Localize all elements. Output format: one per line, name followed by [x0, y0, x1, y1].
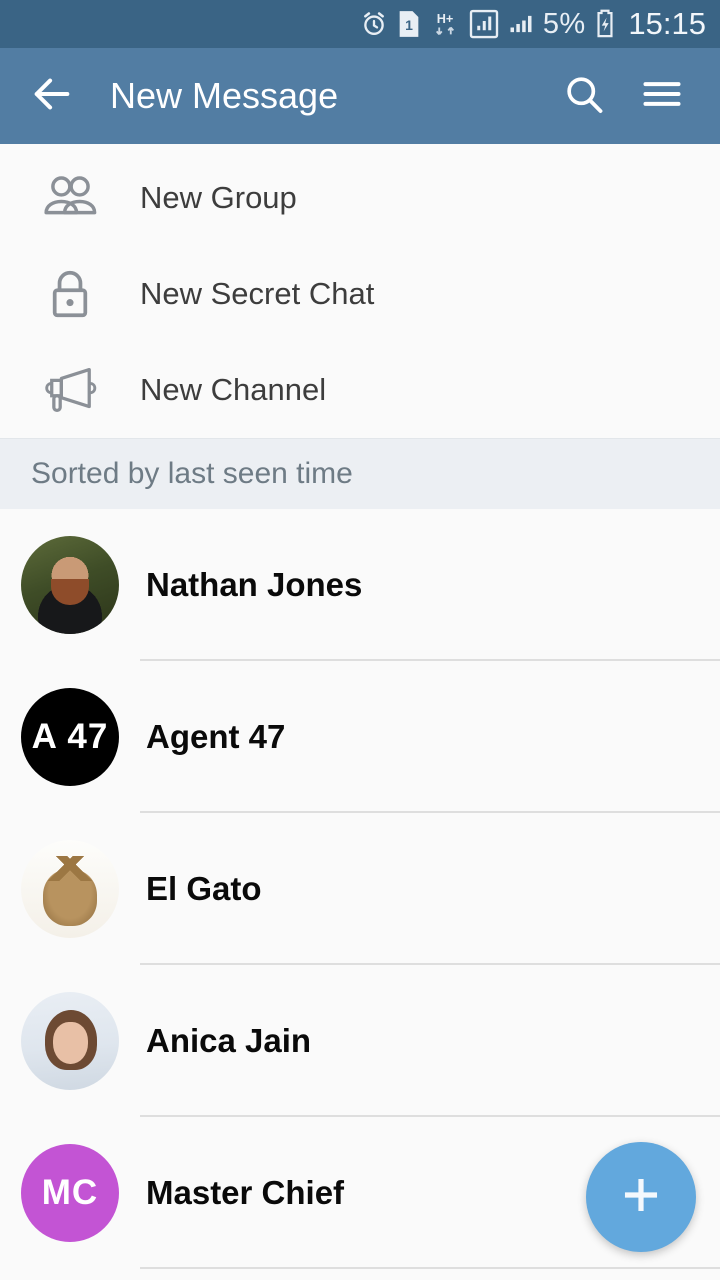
avatar	[21, 536, 119, 634]
alarm-clock-icon	[360, 10, 388, 38]
hplus-network-icon: H+	[430, 10, 460, 38]
avatar: A 47	[21, 688, 119, 786]
list-divider	[140, 1267, 720, 1269]
avatar	[21, 840, 119, 938]
phone-screen: 1 H+ 5% 15:15 New Message New Group New …	[0, 0, 720, 1280]
contact-name: Nathan Jones	[146, 566, 363, 603]
new-chat-fab[interactable]	[586, 1142, 696, 1252]
contact-row[interactable]: Nathan Jones	[0, 509, 720, 661]
sim-card-1-icon: 1	[397, 10, 421, 38]
app-bar: New Message	[0, 48, 720, 144]
contact-row[interactable]: A 47 Agent 47	[0, 661, 720, 813]
avatar-photo	[21, 536, 119, 634]
page-title: New Message	[110, 75, 339, 116]
sort-header-label: Sorted by last seen time	[31, 457, 353, 490]
back-button[interactable]	[24, 68, 80, 124]
contact-name: El Gato	[146, 870, 262, 907]
lock-icon	[0, 266, 140, 322]
signal-data-icon	[469, 9, 499, 39]
sort-header: Sorted by last seen time	[0, 438, 720, 509]
signal-bars-icon	[508, 10, 534, 38]
back-arrow-icon	[29, 71, 75, 122]
battery-charging-icon	[594, 9, 616, 39]
overflow-menu-button[interactable]	[630, 64, 694, 128]
action-menu: New Group New Secret Chat New Channel	[0, 144, 720, 438]
status-bar-clock: 15:15	[628, 6, 706, 41]
avatar-initials: MC	[41, 1173, 99, 1212]
contact-row[interactable]: El Gato	[0, 813, 720, 965]
avatar-photo	[21, 992, 119, 1090]
people-icon	[0, 173, 140, 223]
svg-text:1: 1	[405, 17, 413, 33]
avatar-initials: A 47	[31, 717, 109, 756]
svg-text:H+: H+	[437, 12, 454, 26]
contact-name: Anica Jain	[146, 1022, 312, 1059]
contact-name: Master Chief	[146, 1174, 345, 1211]
menu-item-new-channel[interactable]: New Channel	[0, 342, 720, 438]
search-button[interactable]	[552, 64, 616, 128]
contact-row[interactable]: Anica Jain	[0, 965, 720, 1117]
hamburger-menu-icon	[640, 72, 684, 121]
battery-percent-label: 5%	[542, 7, 586, 40]
megaphone-icon	[0, 365, 140, 415]
status-bar: 1 H+ 5% 15:15	[0, 0, 720, 48]
avatar: MC	[21, 1144, 119, 1242]
menu-item-label: New Group	[140, 180, 297, 215]
menu-item-label: New Secret Chat	[140, 276, 375, 311]
search-icon	[562, 72, 606, 121]
avatar	[21, 992, 119, 1090]
menu-item-new-group[interactable]: New Group	[0, 150, 720, 246]
menu-item-label: New Channel	[140, 372, 327, 407]
contact-name: Agent 47	[146, 718, 286, 755]
menu-item-new-secret-chat[interactable]: New Secret Chat	[0, 246, 720, 342]
plus-icon	[615, 1169, 667, 1226]
avatar-photo	[21, 840, 119, 938]
